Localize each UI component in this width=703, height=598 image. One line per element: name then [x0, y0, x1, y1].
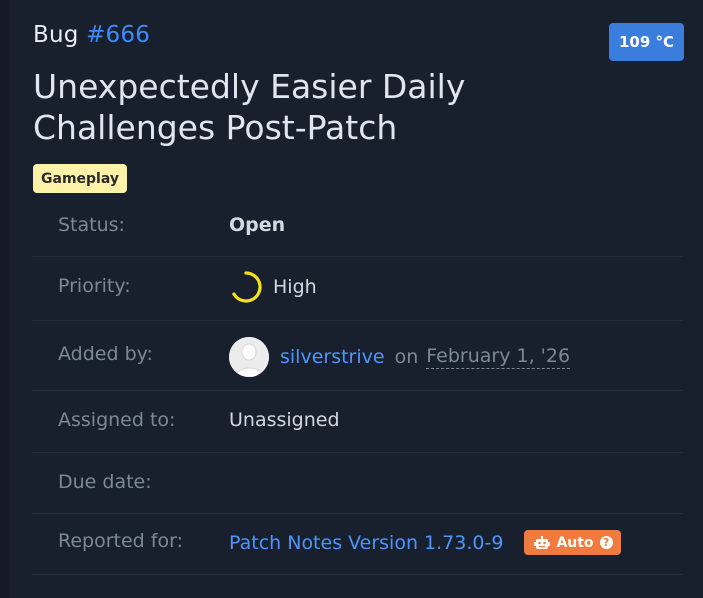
priority-ring-icon — [232, 271, 262, 303]
priority-value: High — [273, 276, 317, 298]
added-date[interactable]: February 1, '26 — [426, 345, 571, 369]
assigned-to-row: Assigned to: Unassigned — [32, 391, 683, 453]
reported-for-value-group: Patch Notes Version 1.73.0-9 Auto ? — [229, 530, 621, 555]
priority-label: Priority: — [58, 275, 131, 297]
bug-number-link[interactable]: #666 — [86, 22, 150, 48]
assigned-to-value: Unassigned — [229, 409, 340, 431]
reported-for-label: Reported for: — [58, 530, 183, 552]
page-title: Unexpectedly Easier Daily Challenges Pos… — [33, 67, 466, 147]
added-by-on-text: on — [394, 346, 419, 368]
auto-label: Auto — [556, 534, 594, 551]
priority-row: Priority: High — [32, 257, 683, 321]
user-silhouette-icon — [229, 337, 269, 377]
question-circle-icon[interactable]: ? — [599, 536, 613, 549]
status-value[interactable]: Open — [229, 214, 285, 236]
reported-for-link[interactable]: Patch Notes Version 1.73.0-9 — [229, 532, 503, 554]
reported-for-row: Reported for: Patch Notes Version 1.73.0… — [32, 514, 683, 575]
due-date-label: Due date: — [58, 471, 152, 493]
added-by-row: Added by: silverstrive on February 1, '2… — [32, 321, 683, 391]
assigned-to-label: Assigned to: — [58, 409, 176, 431]
bug-details-table: Status: Open Priority: High Added by: si… — [32, 196, 683, 575]
auto-badge[interactable]: Auto ? — [524, 530, 621, 555]
temperature-badge[interactable]: 109 °C — [609, 23, 684, 61]
category-tag[interactable]: Gameplay — [33, 164, 127, 193]
bug-heading: Bug #666 — [33, 22, 150, 48]
status-row: Status: Open — [32, 196, 683, 257]
added-by-user-link[interactable]: silverstrive — [280, 346, 385, 368]
added-by-value-group: silverstrive on February 1, '26 — [229, 337, 571, 377]
avatar[interactable] — [229, 337, 269, 377]
priority-value-group: High — [229, 270, 317, 304]
status-label: Status: — [58, 214, 125, 236]
added-by-label: Added by: — [58, 343, 153, 365]
bug-prefix: Bug — [33, 22, 79, 48]
robot-icon — [534, 535, 551, 549]
due-date-row: Due date: — [32, 453, 683, 514]
